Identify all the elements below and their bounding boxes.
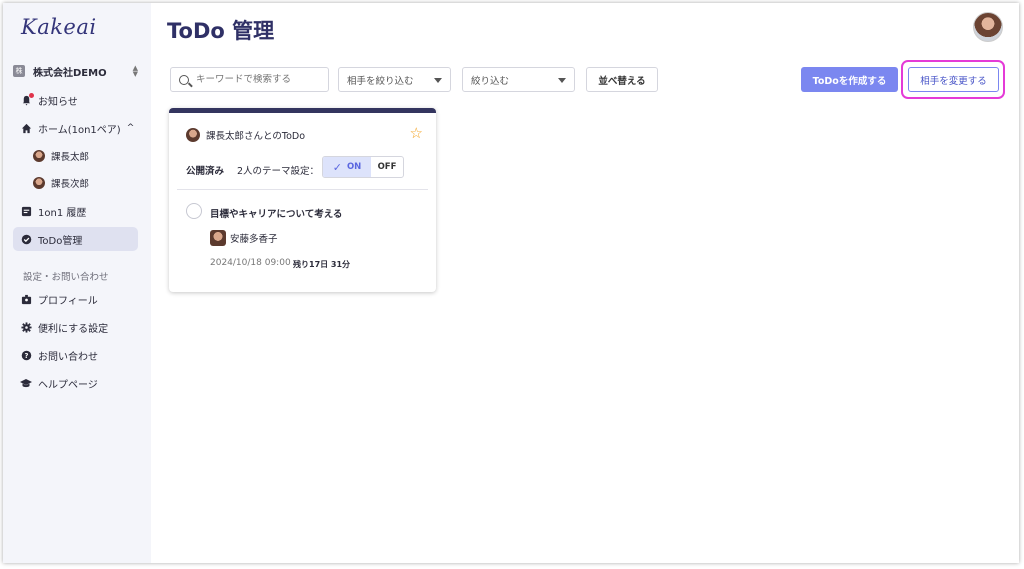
avatar — [33, 177, 45, 189]
help-icon: ? — [20, 349, 32, 361]
sidebar-item-label: ホーム(1on1ペア) — [38, 124, 121, 136]
sidebar: Kakeai 株 株式会社DEMO ▲ ▼ お知らせ ホーム(1on1ペア) ^ … — [3, 3, 151, 563]
theme-setting-label: 2人のテーマ設定： — [237, 166, 320, 177]
todo-complete-checkbox[interactable] — [186, 203, 202, 219]
avatar — [210, 230, 226, 246]
page-title: ToDo 管理 — [167, 19, 275, 43]
todo-remaining-time: 残り17日 31分 — [293, 260, 351, 269]
todo-card: 課長太郎さんとのToDo ☆ 公開済み 2人のテーマ設定： ✓ ON OFF 目… — [169, 108, 436, 292]
sidebar-item-label: お問い合わせ — [38, 351, 98, 363]
org-name: 株式会社DEMO — [33, 67, 107, 79]
chevron-up-icon: ^ — [126, 123, 135, 133]
sidebar-item-contact[interactable]: ? お問い合わせ — [13, 343, 138, 367]
sidebar-item-history[interactable]: 1on1 履歴 — [13, 199, 138, 223]
gear-icon — [20, 321, 32, 333]
sidebar-item-label: ToDo管理 — [38, 235, 83, 247]
caret-down-icon — [558, 78, 566, 83]
settings-section-label: 設定・お問い合わせ — [23, 272, 109, 283]
check-circle-icon — [20, 233, 32, 245]
theme-toggle[interactable]: ✓ ON OFF — [322, 156, 404, 178]
publish-status: 公開済み — [186, 166, 225, 177]
profile-icon — [20, 293, 32, 305]
sidebar-item-kacho-jiro[interactable]: 課長次郎 — [13, 171, 138, 195]
create-todo-button[interactable]: ToDoを作成する — [801, 67, 898, 92]
search-icon — [179, 74, 189, 85]
sidebar-item-label: ヘルプページ — [38, 379, 98, 391]
search-field[interactable] — [170, 67, 329, 92]
sidebar-item-label: 課長太郎 — [51, 152, 90, 163]
caret-down-icon — [434, 78, 442, 83]
partner-filter-label: 相手を絞り込む — [347, 75, 414, 87]
sidebar-item-label: 便利にする設定 — [38, 323, 109, 335]
chevron-updown-icon: ▲ ▼ — [132, 64, 138, 78]
org-switcher[interactable]: 株 株式会社DEMO ▲ ▼ — [13, 62, 138, 80]
user-avatar[interactable] — [973, 12, 1003, 42]
change-partner-button[interactable]: 相手を変更する — [908, 67, 999, 92]
avatar — [33, 150, 45, 162]
bell-icon — [20, 93, 34, 106]
toggle-off[interactable]: OFF — [371, 157, 403, 177]
sidebar-item-kacho-taro[interactable]: 課長太郎 — [13, 144, 138, 168]
graduation-cap-icon — [20, 377, 32, 389]
notification-dot — [29, 93, 34, 98]
sidebar-item-label: プロフィール — [38, 295, 98, 307]
search-input[interactable] — [196, 74, 316, 85]
toggle-on-label: ON — [346, 162, 362, 172]
sidebar-item-help[interactable]: ヘルプページ — [13, 371, 138, 395]
todo-title[interactable]: 目標やキャリアについて考える — [210, 206, 342, 220]
todo-due-date: 2024/10/18 09:00 — [210, 258, 291, 268]
sidebar-item-settings[interactable]: 便利にする設定 — [13, 315, 138, 339]
app-window: Kakeai 株 株式会社DEMO ▲ ▼ お知らせ ホーム(1on1ペア) ^ … — [3, 3, 1019, 563]
app-logo: Kakeai — [21, 15, 97, 39]
home-icon — [20, 122, 32, 134]
todo-assignee: 安藤多香子 — [210, 230, 278, 246]
check-icon: ✓ — [332, 160, 342, 174]
star-icon[interactable]: ☆ — [410, 124, 423, 142]
sort-button[interactable]: 並べ替える — [586, 67, 658, 92]
toggle-on[interactable]: ✓ ON — [323, 157, 371, 177]
sidebar-item-todo[interactable]: ToDo管理 — [13, 227, 138, 251]
org-icon: 株 — [13, 65, 25, 77]
partner-filter-select[interactable]: 相手を絞り込む — [338, 67, 451, 92]
sidebar-item-notifications[interactable]: お知らせ — [13, 88, 138, 112]
card-header: 課長太郎さんとのToDo — [186, 128, 305, 142]
filter-label: 絞り込む — [471, 75, 510, 87]
card-top-bar — [169, 108, 436, 113]
assignee-name: 安藤多香子 — [230, 234, 278, 245]
sidebar-item-profile[interactable]: プロフィール — [13, 287, 138, 311]
filter-select[interactable]: 絞り込む — [462, 67, 575, 92]
card-title: 課長太郎さんとのToDo — [206, 131, 306, 142]
sidebar-item-label: お知らせ — [38, 96, 78, 108]
sidebar-item-label: 課長次郎 — [51, 179, 90, 190]
svg-text:?: ? — [24, 351, 28, 359]
avatar — [186, 128, 200, 142]
divider — [177, 189, 428, 190]
history-icon — [20, 205, 32, 217]
sidebar-item-label: 1on1 履歴 — [38, 207, 87, 219]
sidebar-item-home[interactable]: ホーム(1on1ペア) ^ — [13, 116, 138, 140]
